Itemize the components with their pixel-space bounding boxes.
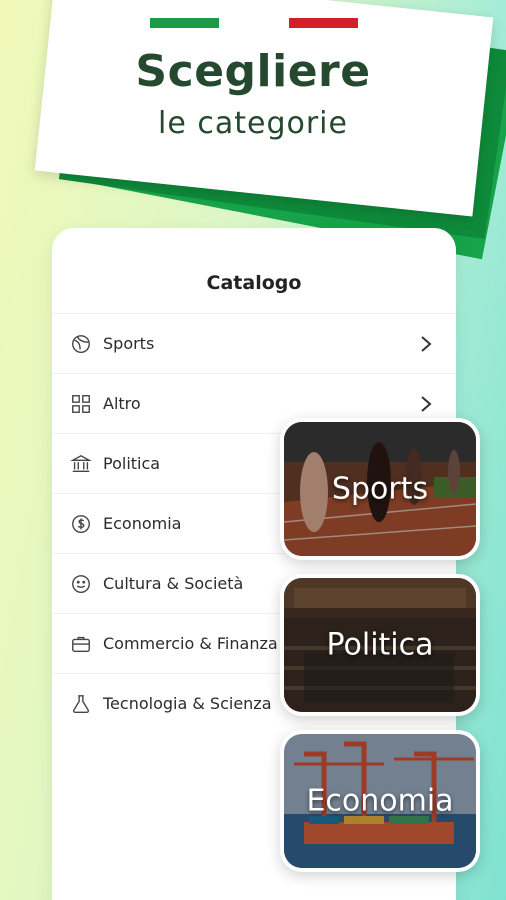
menu-item-label: Cultura & Società [103,574,244,593]
briefcase-icon [72,636,90,652]
flask-icon [72,694,90,713]
tile-label: Sports [331,471,429,507]
government-building-icon [70,454,92,472]
menu-item-label: Sports [103,334,155,353]
header-title: Scegliere [135,46,371,97]
ball-icon [72,334,90,353]
sports-photo: Sports [284,422,476,556]
header-subtitle: le categorie [158,106,348,141]
menu-item-label: Politica [103,454,161,473]
menu-item-label: Commercio & Finanza [103,634,278,653]
tile-economia[interactable]: Economia [280,730,480,872]
tile-sports[interactable]: Sports [280,418,480,560]
grid-icon [72,394,90,413]
smiley-icon [72,574,90,593]
tile-label: Politica [326,627,434,663]
politica-photo: Politica [284,578,476,712]
menu-item-sports[interactable]: Sports [52,313,456,373]
chevron-right-icon [421,395,432,412]
menu-item-label: Altro [103,394,141,413]
italian-flag-stripe [150,18,358,28]
menu-item-label: Tecnologia & Scienza [103,694,272,713]
tile-politica[interactable]: Politica [280,574,480,716]
tile-label: Economia [306,783,454,819]
chevron-right-icon [421,335,432,352]
dollar-coin-icon [72,514,90,533]
economia-photo: Economia [284,734,476,868]
catalog-title: Catalogo [206,272,302,294]
menu-item-label: Economia [103,514,182,533]
